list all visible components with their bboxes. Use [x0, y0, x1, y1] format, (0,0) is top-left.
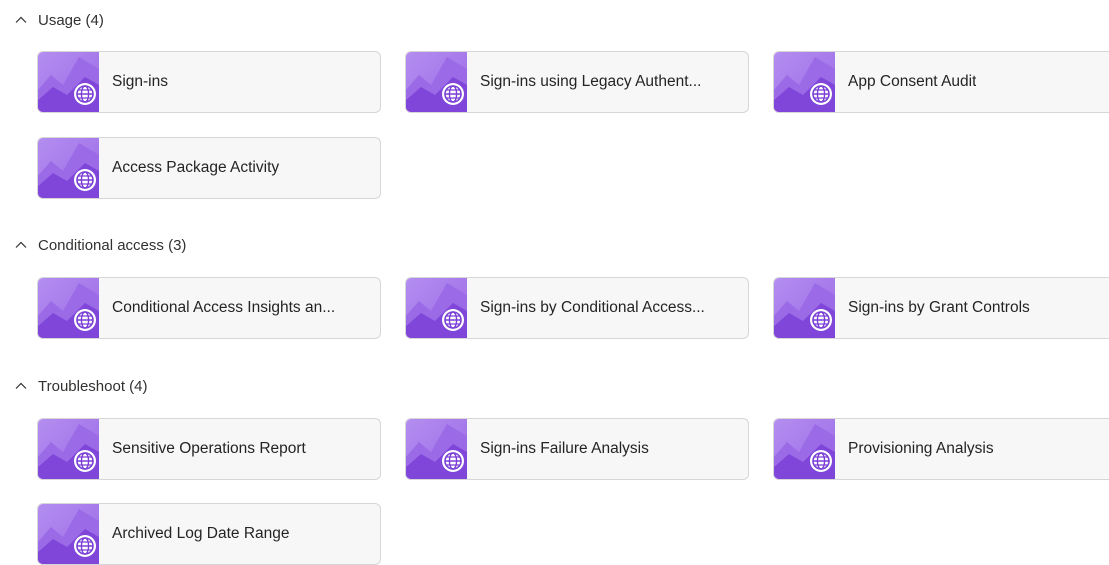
chevron-up-icon[interactable]: [10, 234, 32, 256]
workbook-tile-sign-ins[interactable]: Sign-ins: [37, 51, 381, 113]
section-header-troubleshoot[interactable]: Troubleshoot (4): [10, 374, 148, 398]
workbook-tile-sign-ins-by-ca[interactable]: Sign-ins by Conditional Access...: [405, 277, 749, 339]
workbook-tile-legacy-auth[interactable]: Sign-ins using Legacy Authent...: [405, 51, 749, 113]
workbook-tile-provisioning-analysis[interactable]: Provisioning Analysis: [773, 418, 1109, 480]
workbook-tile-label: Sign-ins: [112, 73, 168, 90]
workbook-tile-label: Sign-ins Failure Analysis: [480, 440, 649, 457]
workbook-tile-sign-ins-failure-analysis[interactable]: Sign-ins Failure Analysis: [405, 418, 749, 480]
workbook-tile-sign-ins-by-grant-controls[interactable]: Sign-ins by Grant Controls: [773, 277, 1109, 339]
workbook-tile-label: Sensitive Operations Report: [112, 440, 306, 457]
workbook-globe-icon: [406, 52, 467, 112]
workbook-tile-label: Sign-ins by Grant Controls: [848, 299, 1030, 316]
chevron-up-icon[interactable]: [10, 375, 32, 397]
section-title: Usage (4): [38, 11, 104, 29]
workbook-tile-label: Archived Log Date Range: [112, 525, 290, 542]
section-header-usage[interactable]: Usage (4): [10, 8, 104, 32]
section-title: Conditional access (3): [38, 236, 187, 254]
workbook-globe-icon: [38, 419, 99, 479]
workbook-tile-access-package-activity[interactable]: Access Package Activity: [37, 137, 381, 199]
workbook-tile-label: Sign-ins using Legacy Authent...: [480, 73, 702, 90]
chevron-up-icon[interactable]: [10, 9, 32, 31]
workbook-tile-app-consent-audit[interactable]: App Consent Audit: [773, 51, 1109, 113]
section-title: Troubleshoot (4): [38, 377, 148, 395]
workbook-globe-icon: [38, 278, 99, 338]
workbook-tile-label: Access Package Activity: [112, 159, 280, 176]
workbook-tile-ca-insights[interactable]: Conditional Access Insights an...: [37, 277, 381, 339]
workbook-globe-icon: [38, 52, 99, 112]
workbook-globe-icon: [38, 138, 99, 198]
workbook-globe-icon: [406, 419, 467, 479]
workbook-globe-icon: [406, 278, 467, 338]
workbook-tile-label: App Consent Audit: [848, 73, 977, 90]
workbook-tile-sensitive-operations[interactable]: Sensitive Operations Report: [37, 418, 381, 480]
workbook-tile-label: Sign-ins by Conditional Access...: [480, 299, 705, 316]
workbook-globe-icon: [38, 504, 99, 564]
workbook-tile-label: Provisioning Analysis: [848, 440, 994, 457]
workbook-tile-label: Conditional Access Insights an...: [112, 299, 336, 316]
workbook-globe-icon: [774, 278, 835, 338]
workbook-globe-icon: [774, 419, 835, 479]
workbook-globe-icon: [774, 52, 835, 112]
section-header-conditional-access[interactable]: Conditional access (3): [10, 233, 186, 257]
workbook-tile-archived-log-date-range[interactable]: Archived Log Date Range: [37, 503, 381, 565]
